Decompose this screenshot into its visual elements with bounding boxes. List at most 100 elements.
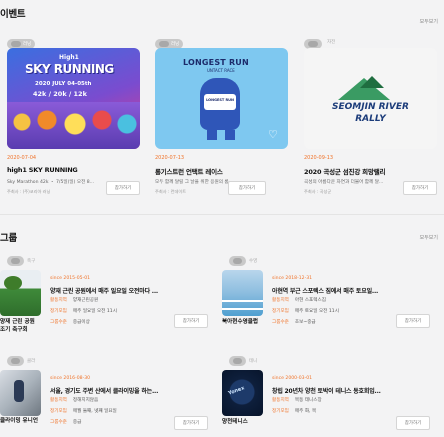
group-photo[interactable] bbox=[0, 270, 41, 316]
event-date: 2020-07-13 bbox=[155, 155, 185, 161]
climbing-icon bbox=[11, 358, 20, 364]
mascot-illustration: LONGEST RUN bbox=[200, 78, 240, 130]
events-section-header: 이벤트 모두보기 bbox=[0, 6, 444, 28]
info-row: 활동지역 목동 테니스장 bbox=[272, 398, 322, 403]
section-divider bbox=[0, 214, 444, 215]
group-title[interactable]: 아현역 부근 스포렉스 짐에서 매주 토요일... bbox=[272, 286, 378, 295]
group-name: 양천테니스 bbox=[222, 419, 248, 425]
group-card[interactable]: 수영 북아현수영클럽 since 2018-12-31 아현역 부근 스포렉스 … bbox=[222, 256, 444, 356]
lane-line bbox=[222, 308, 263, 310]
groups-more-link[interactable]: 모두보기 bbox=[420, 234, 438, 241]
heart-icon[interactable]: ♡ bbox=[268, 129, 280, 141]
events-more-link[interactable]: 모두보기 bbox=[420, 18, 438, 25]
category-tag: 축구 bbox=[27, 259, 36, 264]
group-card[interactable]: 축구 양재 근린 공원 조기 축구회 since 2015-05-01 양재 근… bbox=[0, 256, 222, 356]
info-row: 정기모임 매주 화, 목 bbox=[272, 409, 317, 414]
category-chip bbox=[7, 256, 24, 266]
info-row: 그룹수준 초보~중급 bbox=[272, 320, 316, 325]
join-button[interactable]: 참가하기 bbox=[396, 416, 430, 430]
category-chip bbox=[7, 356, 24, 366]
event-organizer: 주최사 : (주)코리아 러닝 bbox=[7, 189, 51, 194]
bike-icon bbox=[159, 41, 169, 47]
join-button[interactable]: 참가하기 bbox=[228, 181, 266, 195]
group-since: since 2016-08-30 bbox=[50, 376, 91, 381]
event-poster[interactable]: High1 SKY RUNNING 2020 JULY 04-05th 42k … bbox=[7, 48, 140, 149]
group-since: since 2018-12-31 bbox=[272, 276, 313, 281]
category-chip-label: 러닝 bbox=[23, 42, 32, 47]
info-row: 활동지역 양재근린공원 bbox=[50, 298, 99, 303]
info-row: 정기모임 매주 일요일 오전 11시 bbox=[50, 309, 117, 314]
poster-subtitle: RALLY bbox=[355, 114, 386, 124]
group-card[interactable]: 클라 클라이밍 유니언 since 2016-08-30 서울, 경기도 주변 … bbox=[0, 356, 222, 437]
group-title[interactable]: 서울, 경기도 주변 산에서 클라이밍을 하는... bbox=[50, 386, 158, 395]
group-since: since 2015-05-01 bbox=[50, 276, 91, 281]
swim-icon bbox=[233, 258, 242, 264]
category-tag: 클라 bbox=[27, 359, 36, 364]
join-button[interactable]: 참가하기 bbox=[403, 181, 437, 195]
poster-badge: High1 bbox=[59, 54, 79, 61]
event-description: 곡성의 아름다운 자연과 더불어 함께 달... bbox=[304, 180, 384, 185]
join-button[interactable]: 참가하기 bbox=[174, 314, 208, 328]
category-chip-label: 러닝 bbox=[171, 42, 180, 47]
racket-text: Yonex bbox=[227, 385, 246, 397]
bike-icon bbox=[11, 41, 21, 47]
event-card[interactable]: 러닝 High1 SKY RUNNING 2020 JULY 04-05th 4… bbox=[0, 35, 142, 200]
tree-shape bbox=[4, 276, 22, 290]
info-row: 정기모임 매주 토요일 오전 11시 bbox=[272, 309, 339, 314]
event-title[interactable]: 2020 곡성군 섬진강 희망랠리 bbox=[304, 166, 385, 176]
join-button[interactable]: 참가하기 bbox=[106, 181, 140, 195]
poster-title: LONGEST RUN bbox=[183, 58, 249, 67]
event-title[interactable]: 롱기스트런 언택트 레이스 bbox=[155, 166, 223, 176]
info-row: 그룹수준 중급이상 bbox=[50, 320, 90, 325]
climber-shape bbox=[14, 380, 24, 402]
group-name: 양재 근린 공원 조기 축구회 bbox=[0, 319, 35, 333]
events-section-title: 이벤트 bbox=[0, 9, 26, 20]
mascot-label: LONGEST RUN bbox=[204, 94, 236, 110]
group-name: 클라이밍 유니언 bbox=[0, 418, 38, 424]
groups-section-header: 그룹 모두보기 bbox=[0, 230, 444, 252]
soccer-icon bbox=[11, 258, 20, 264]
event-card[interactable]: 러닝 LONGEST RUN UNTACT RACE LONGEST RUN ♡… bbox=[148, 35, 290, 200]
groups-section-title: 그룹 bbox=[0, 233, 17, 244]
group-name: 북아현수영클럽 bbox=[222, 319, 259, 325]
mountain-logo-peak bbox=[360, 76, 384, 88]
poster-title: SEOMJIN RIVER bbox=[332, 102, 409, 112]
bike-icon bbox=[308, 41, 318, 47]
event-title[interactable]: high1 SKY RUNNING bbox=[7, 166, 78, 174]
info-row: 활동지역 정해지지않음 bbox=[50, 398, 99, 403]
event-organizer: 주최사 : 런데이트 bbox=[155, 189, 187, 194]
join-button[interactable]: 참가하기 bbox=[174, 416, 208, 430]
event-date: 2020-09-13 bbox=[304, 155, 334, 161]
event-description: Sky Marathon 42k ・ 7/5일(일) 오전 8... bbox=[7, 180, 95, 185]
join-button[interactable]: 참가하기 bbox=[396, 314, 430, 328]
poster-subtitle: UNTACT RACE bbox=[207, 68, 235, 73]
group-since: since 2000-03-01 bbox=[272, 376, 313, 381]
category-tag: 자전 bbox=[327, 40, 336, 45]
event-date: 2020-07-04 bbox=[7, 155, 37, 161]
category-tag: 수영 bbox=[249, 259, 258, 264]
poster-distance: 42k / 20k / 12k bbox=[33, 90, 87, 98]
group-photo[interactable] bbox=[222, 270, 263, 316]
category-chip bbox=[229, 356, 246, 366]
poster-date: 2020 JULY 04-05th bbox=[35, 81, 92, 87]
info-row: 활동지역 아현 스포렉스짐 bbox=[272, 298, 326, 303]
event-description: 모두 함께 달릴 그 날을 위한 응원의 롱... bbox=[155, 180, 233, 185]
runners-illustration bbox=[7, 102, 140, 149]
mascot-legs bbox=[207, 130, 235, 140]
info-row: 정기모임 매월 둘째, 넷째 일요일 bbox=[50, 409, 117, 414]
lane-line bbox=[222, 300, 263, 302]
event-poster[interactable]: SEOMJIN RIVER RALLY bbox=[304, 48, 437, 149]
category-tag: 테니 bbox=[249, 359, 258, 364]
event-organizer: 주최사 : 곡성군 bbox=[304, 189, 332, 194]
info-row: 그룹수준 중급 bbox=[50, 420, 82, 425]
group-card[interactable]: 테니 Yonex 양천테니스 since 2000-03-01 창립 20년차 … bbox=[222, 356, 444, 437]
category-chip bbox=[229, 256, 246, 266]
event-card[interactable]: 자전 SEOMJIN RIVER RALLY 2020-09-13 2020 곡… bbox=[297, 35, 439, 200]
poster-title: SKY RUNNING bbox=[25, 62, 114, 76]
event-poster[interactable]: LONGEST RUN UNTACT RACE LONGEST RUN ♡ bbox=[155, 48, 288, 149]
group-title[interactable]: 양재 근린 공원에서 매주 일요일 오전마다 ... bbox=[50, 286, 158, 295]
group-photo[interactable] bbox=[0, 370, 41, 416]
tennis-icon bbox=[233, 358, 242, 364]
group-photo[interactable]: Yonex bbox=[222, 370, 263, 416]
group-title[interactable]: 창립 20년차 양천 토박이 테니스 동호회입... bbox=[272, 386, 381, 395]
